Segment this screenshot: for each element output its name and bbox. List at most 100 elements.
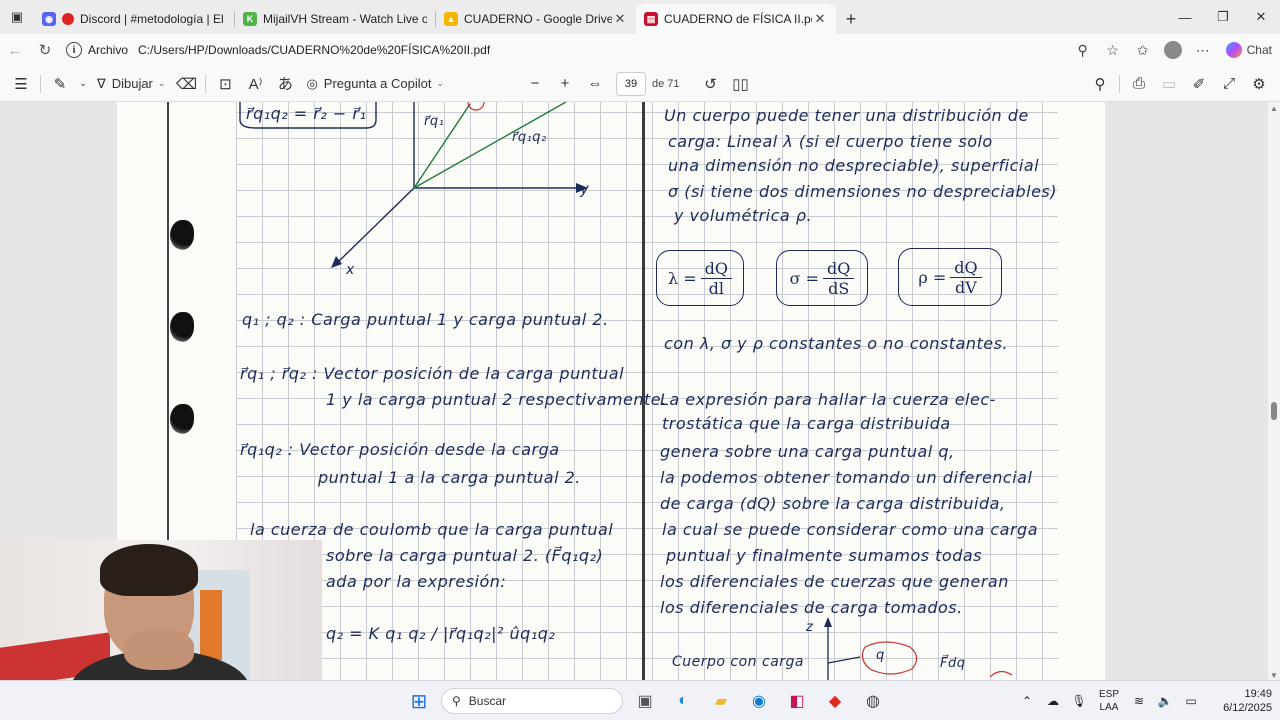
note-line: puntual y finalmente sumamos todas bbox=[666, 546, 983, 565]
eraser-icon[interactable]: ⌫ bbox=[171, 69, 201, 99]
vector-diagram bbox=[239, 102, 588, 268]
ask-copilot-label: Pregunta a Copilot bbox=[323, 76, 432, 91]
note-line: q₁ ; q₂ : Carga puntual 1 y carga puntua… bbox=[242, 310, 609, 329]
close-tab-icon[interactable]: ✕ bbox=[612, 11, 628, 27]
tab-title: MijailVH Stream - Watch Live on K bbox=[263, 12, 427, 26]
zoom-out-icon[interactable]: − bbox=[520, 69, 550, 99]
language-indicator[interactable]: ESP LAA bbox=[1092, 688, 1126, 714]
close-tab-icon[interactable]: ✕ bbox=[812, 11, 828, 27]
page-number-input[interactable]: 39 bbox=[616, 71, 647, 96]
note-line: la cuerza de coulomb que la carga puntua… bbox=[250, 520, 614, 539]
formula-lhs: λ = bbox=[668, 268, 697, 288]
translate-icon[interactable]: あ bbox=[270, 69, 300, 99]
more-menu-icon[interactable]: ⋯ bbox=[1188, 35, 1218, 65]
note-line: genera sobre una carga puntual q, bbox=[660, 442, 955, 461]
discord-icon: ◉ bbox=[42, 12, 56, 26]
draw-label: Dibujar bbox=[111, 76, 153, 91]
note-line: los diferenciales de carga tomados. bbox=[660, 598, 963, 617]
minimize-icon[interactable]: — bbox=[1166, 0, 1204, 34]
address-bar: ← ↻ i Archivo C:/Users/HP/Downloads/CUAD… bbox=[0, 34, 1280, 66]
app-red-diamond-icon[interactable]: ◆ bbox=[819, 685, 851, 717]
search-placeholder: Buscar bbox=[468, 694, 507, 708]
file-explorer-icon[interactable]: ▰ bbox=[705, 685, 737, 717]
browser-tab-bar: ▣ ◉ Discord | #metodología | El se K Mij… bbox=[0, 0, 1280, 34]
draw-button[interactable]: ∇ Dibujar ⌄ bbox=[91, 69, 171, 99]
vector-equation: r⃗q₁q₂ = r⃗₂ − r⃗₁ bbox=[246, 104, 367, 123]
chevron-down-icon[interactable]: ⌄ bbox=[75, 69, 91, 99]
settings-gear-icon[interactable]: ⚙ bbox=[1244, 69, 1274, 99]
battery-icon[interactable]: ▭ bbox=[1178, 694, 1204, 708]
store-icon[interactable]: ◧ bbox=[781, 685, 813, 717]
edge-copilot-icon[interactable]: ◐ bbox=[667, 685, 699, 717]
info-icon[interactable]: i bbox=[66, 42, 82, 58]
save-icon[interactable]: ▭ bbox=[1154, 69, 1184, 99]
taskbar-search-input[interactable]: ⚲ Buscar bbox=[441, 688, 623, 714]
webcam-person-hand bbox=[124, 630, 194, 670]
note-line: carga: Lineal λ (si el cuerpo tiene solo bbox=[668, 132, 993, 151]
tray-chevron-up-icon[interactable]: ⌃ bbox=[1014, 694, 1040, 708]
note-line: r⃗q₁q₂ : Vector posición desde la carga bbox=[240, 440, 560, 459]
note-line: una dimensión no despreciable), superfic… bbox=[668, 156, 1040, 175]
coulomb-formula: q₂ = K q₁ q₂ / |r⃗q₁q₂|² ûq₁q₂ bbox=[326, 624, 556, 643]
close-window-icon[interactable]: ✕ bbox=[1242, 0, 1280, 34]
windows-start-icon[interactable]: ⊞ bbox=[403, 685, 435, 717]
system-tray: ⌃ ☁ 🎙 ESP LAA ≋ 🔈 ▭ 19:49 6/12/2025 bbox=[1014, 685, 1272, 717]
fit-page-icon[interactable]: ⇔ bbox=[580, 69, 610, 99]
fullscreen-icon[interactable]: ⤢ bbox=[1214, 69, 1244, 99]
toolbar-divider bbox=[1119, 74, 1120, 93]
toolbar-divider bbox=[205, 74, 207, 93]
favorites-icon[interactable]: ✩ bbox=[1128, 35, 1158, 65]
contents-icon[interactable]: ☰ bbox=[6, 69, 36, 99]
note-line: los diferenciales de cuerzas que generan bbox=[660, 572, 1009, 591]
favorite-star-icon[interactable]: ☆ bbox=[1098, 35, 1128, 65]
search-icon[interactable]: ⚲ bbox=[1085, 69, 1115, 99]
edge-browser-icon[interactable]: ◉ bbox=[743, 685, 775, 717]
profile-avatar[interactable] bbox=[1158, 35, 1188, 65]
tab-discord[interactable]: ◉ Discord | #metodología | El se bbox=[34, 4, 234, 34]
ask-copilot-button[interactable]: ◎ Pregunta a Copilot ⌄ bbox=[300, 69, 450, 99]
highlight-icon[interactable]: ✎ bbox=[45, 69, 75, 99]
reload-icon[interactable]: ↻ bbox=[30, 35, 60, 65]
tray-app-icon[interactable]: ☁ bbox=[1040, 694, 1066, 708]
tab-pdf-cuaderno[interactable]: ▤ CUADERNO de FÍSICA II.pdf ✕ bbox=[636, 4, 836, 34]
wifi-icon[interactable]: ≋ bbox=[1126, 694, 1152, 708]
task-view-icon[interactable]: ▣ bbox=[629, 685, 661, 717]
note-line: r⃗q₁ ; r⃗q₂ : Vector posición de la carg… bbox=[240, 364, 625, 383]
back-icon[interactable]: ← bbox=[0, 35, 30, 65]
zoom-in-icon[interactable]: + bbox=[550, 69, 580, 99]
scrollbar-thumb[interactable] bbox=[1271, 402, 1277, 420]
rotate-icon[interactable]: ↺ bbox=[696, 69, 726, 99]
scroll-down-icon[interactable]: ▼ bbox=[1270, 671, 1278, 680]
surface-density-formula: σ = dQ dS bbox=[776, 250, 868, 306]
page-total-label: de 71 bbox=[652, 77, 680, 90]
clock-date: 6/12/2025 bbox=[1223, 702, 1272, 714]
new-tab-button[interactable]: + bbox=[836, 4, 866, 34]
formula-denominator: dl bbox=[708, 278, 724, 298]
taskbar-clock[interactable]: 19:49 6/12/2025 bbox=[1210, 687, 1272, 715]
save-as-icon[interactable]: ✐ bbox=[1184, 69, 1214, 99]
axis-label-x: x bbox=[346, 262, 355, 278]
volume-icon[interactable]: 🔈 bbox=[1152, 694, 1178, 708]
scroll-up-icon[interactable]: ▲ bbox=[1270, 104, 1278, 113]
note-line: la podemos obtener tomando un diferencia… bbox=[660, 468, 1033, 487]
maximize-icon[interactable]: ❐ bbox=[1204, 0, 1242, 34]
tab-kick-stream[interactable]: K MijailVH Stream - Watch Live on K bbox=[235, 4, 435, 34]
print-icon[interactable]: ⎙ bbox=[1124, 69, 1154, 99]
zoom-icon[interactable]: ⚲ bbox=[1068, 35, 1098, 65]
binder-hole bbox=[170, 220, 194, 250]
url-text: C:/Users/HP/Downloads/CUADERNO%20de%20FÍ… bbox=[138, 43, 491, 57]
read-aloud-icon[interactable]: A⁾ bbox=[240, 69, 270, 99]
tab-actions-icon[interactable]: ▣ bbox=[0, 0, 34, 34]
vertical-scrollbar[interactable]: ▲ ▼ bbox=[1268, 102, 1280, 682]
url-field[interactable]: i Archivo C:/Users/HP/Downloads/CUADERNO… bbox=[60, 36, 1068, 64]
page-view-icon[interactable]: ▯▯ bbox=[726, 69, 756, 99]
microphone-icon[interactable]: 🎙 bbox=[1066, 694, 1092, 708]
text-box-icon[interactable]: ⊡ bbox=[210, 69, 240, 99]
copilot-chat-button[interactable]: Chat bbox=[1218, 35, 1280, 65]
figure-force-differential: F⃗dq bbox=[940, 656, 966, 671]
vector-label-rq1q2: r⃗q₁q₂ bbox=[512, 130, 547, 145]
tab-google-drive[interactable]: ▲ CUADERNO - Google Drive ✕ bbox=[436, 4, 636, 34]
formula-denominator: dV bbox=[955, 277, 977, 297]
obs-recording-icon[interactable]: ◍ bbox=[857, 685, 889, 717]
formula-numerator: dQ bbox=[823, 259, 855, 279]
